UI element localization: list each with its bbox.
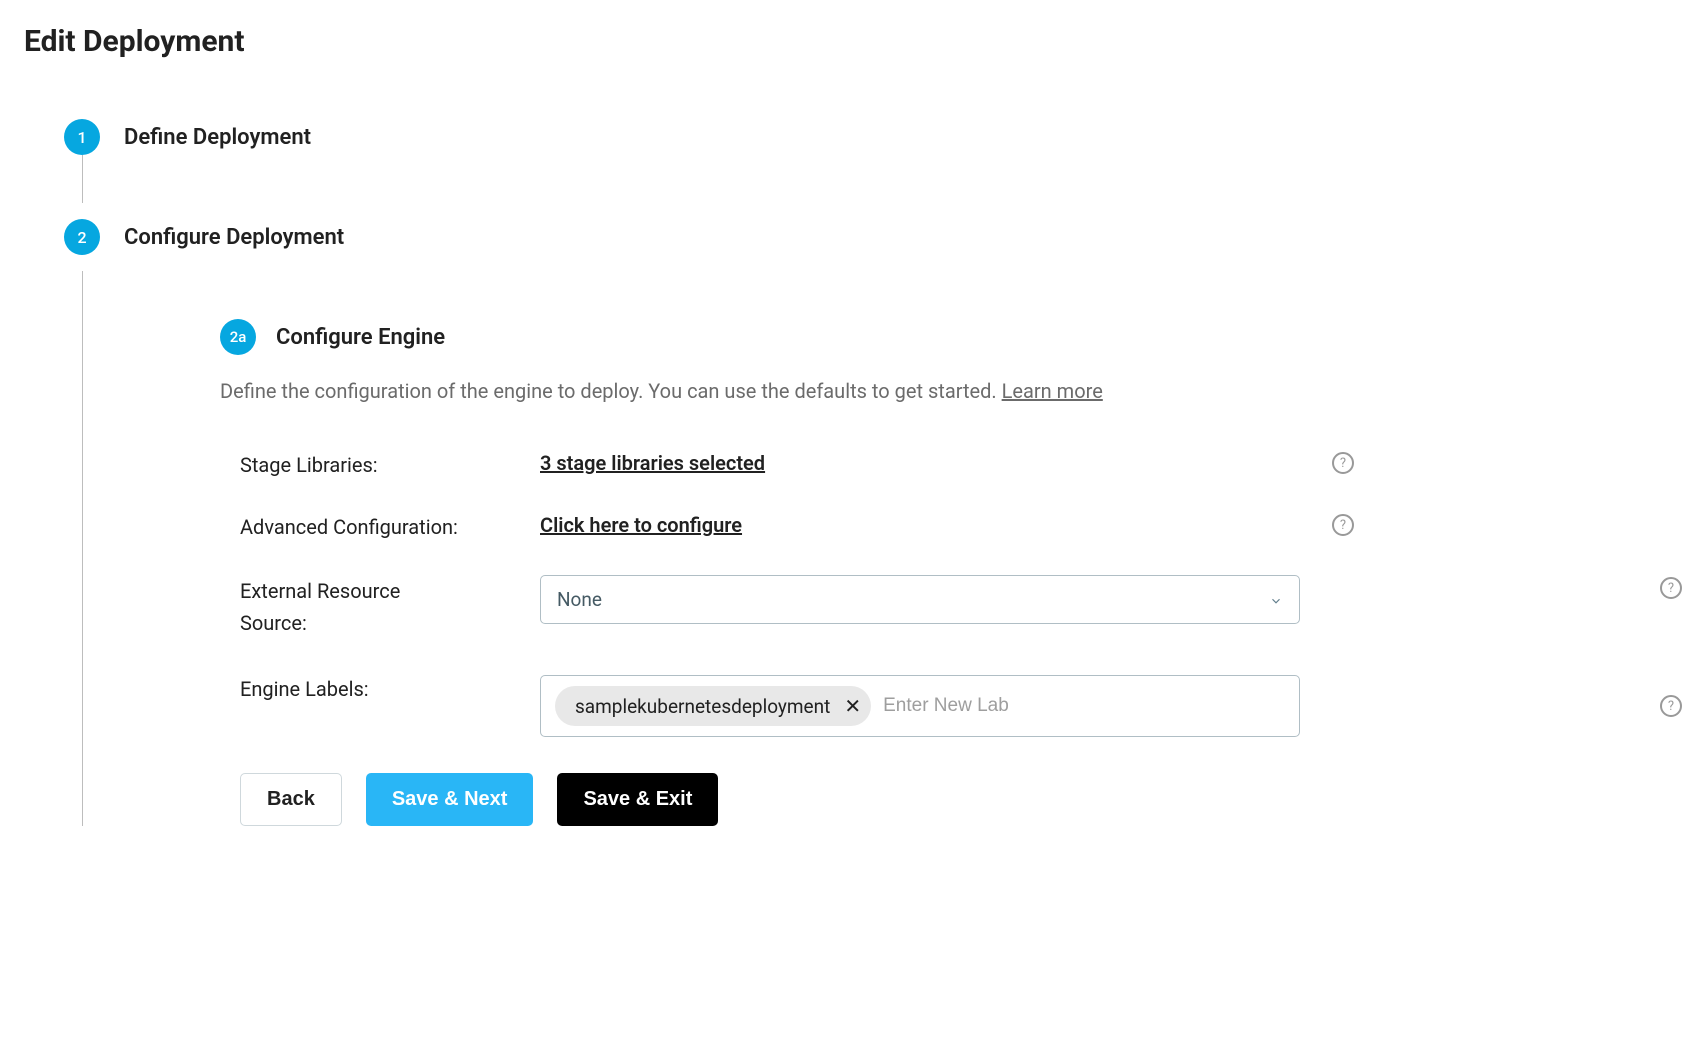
button-row: Back Save & Next Save & Exit <box>220 773 1682 826</box>
external-resource-label-1: External Resource <box>240 575 540 607</box>
engine-labels-input[interactable] <box>883 695 1285 717</box>
engine-labels-input-wrap[interactable]: samplekubernetesdeployment ✕ <box>540 675 1300 737</box>
save-next-button[interactable]: Save & Next <box>366 773 534 826</box>
stage-libraries-label: Stage Libraries: <box>240 451 540 477</box>
chevron-down-icon <box>1269 593 1283 607</box>
substep-2a-label: Configure Engine <box>276 325 445 350</box>
external-resource-value: None <box>557 588 602 611</box>
row-advanced-config: Advanced Configuration: Click here to co… <box>240 513 1682 539</box>
page-title: Edit Deployment <box>24 24 1682 59</box>
back-button[interactable]: Back <box>240 773 342 826</box>
step-2-label: Configure Deployment <box>124 225 344 250</box>
engine-labels-label: Engine Labels: <box>240 675 540 701</box>
substep-connector <box>82 271 83 826</box>
advanced-config-link[interactable]: Click here to configure <box>540 513 742 537</box>
external-resource-select[interactable]: None <box>540 575 1300 624</box>
row-external-resource: External Resource Source: None <box>240 575 1682 639</box>
external-resource-label-2: Source: <box>240 607 540 639</box>
help-icon[interactable]: ? <box>1660 577 1682 599</box>
stage-libraries-link[interactable]: 3 stage libraries selected <box>540 451 765 475</box>
step-2[interactable]: 2 Configure Deployment <box>64 219 1682 255</box>
step-1-badge: 1 <box>64 119 100 155</box>
learn-more-link[interactable]: Learn more <box>1002 379 1103 403</box>
step-1[interactable]: 1 Define Deployment <box>64 119 1682 155</box>
advanced-config-label: Advanced Configuration: <box>240 513 540 539</box>
help-icon[interactable]: ? <box>1332 452 1354 474</box>
close-icon[interactable]: ✕ <box>844 694 861 718</box>
substep-2a: 2a Configure Engine Define the configura… <box>64 319 1682 826</box>
engine-label-tag: samplekubernetesdeployment ✕ <box>555 686 871 726</box>
save-exit-button[interactable]: Save & Exit <box>557 773 718 826</box>
step-connector <box>82 155 83 203</box>
help-icon[interactable]: ? <box>1332 514 1354 536</box>
wizard-stepper: 1 Define Deployment 2 Configure Deployme… <box>24 119 1682 826</box>
step-2-badge: 2 <box>64 219 100 255</box>
substep-description: Define the configuration of the engine t… <box>220 379 1682 403</box>
step-1-label: Define Deployment <box>124 125 311 150</box>
help-icon[interactable]: ? <box>1660 695 1682 717</box>
substep-2a-badge: 2a <box>220 319 256 355</box>
row-stage-libraries: Stage Libraries: 3 stage libraries selec… <box>240 451 1682 477</box>
engine-label-tag-text: samplekubernetesdeployment <box>575 695 830 718</box>
row-engine-labels: Engine Labels: samplekubernetesdeploymen… <box>240 675 1682 737</box>
